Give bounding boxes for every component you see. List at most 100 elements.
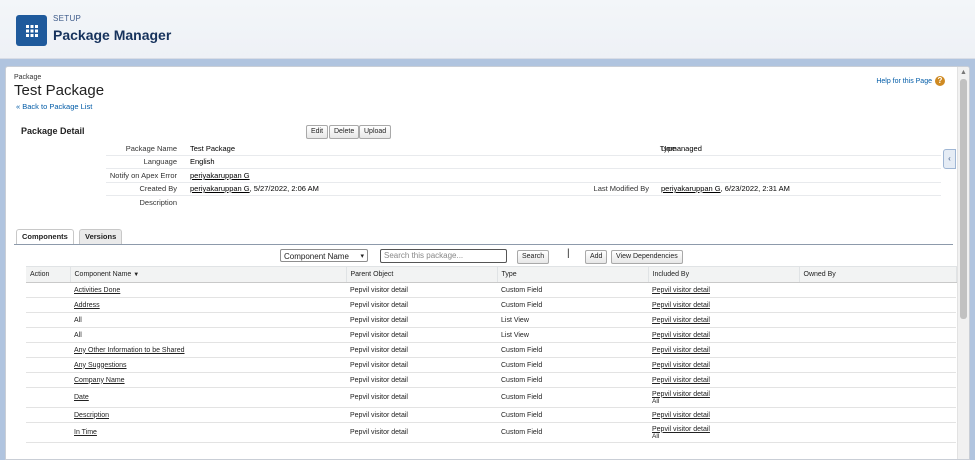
view-dependencies-button[interactable]: View Dependencies [611, 250, 683, 264]
component-filter-value: Component Name [284, 252, 349, 261]
delete-button[interactable]: Delete [329, 125, 360, 139]
package-detail-heading: Package Detail [21, 126, 85, 136]
included-by-link[interactable]: Pepvil visitor detail [652, 302, 710, 309]
row-action-cell [26, 327, 70, 343]
owned-by-cell [799, 407, 956, 423]
included-by-link[interactable]: Pepvil visitor detail [652, 391, 710, 398]
included-by-link[interactable]: Pepvil visitor detail [652, 287, 710, 294]
collapse-sidebar-handle[interactable]: ‹ [943, 149, 956, 169]
component-name-link[interactable]: Any Other Information to be Shared [74, 347, 185, 354]
created-by-label: Created By [139, 184, 177, 193]
table-row: Description Pepvil visitor detail Custom F… [26, 407, 956, 423]
parent-object-cell: Pepvil visitor detail [346, 282, 497, 298]
language-label: Language [143, 157, 177, 166]
components-table: Action Component Name ▼ Parent Object Ty… [26, 266, 957, 443]
search-package-input[interactable]: Search this package... [380, 249, 507, 263]
table-row: All Pepvil visitor detail List View Pepvil … [26, 312, 956, 328]
scrollbar-thumb[interactable] [960, 79, 967, 319]
setup-section-label: SETUP [53, 14, 82, 23]
add-button[interactable]: Add [585, 250, 608, 264]
table-row: Activities Done Pepvil visitor detail Cust… [26, 282, 956, 298]
type-cell: Custom Field [497, 422, 648, 443]
row-action-cell [26, 297, 70, 313]
type-cell: Custom Field [497, 342, 648, 358]
chevron-down-icon: ▾ [360, 253, 364, 260]
detail-divider [106, 182, 941, 183]
description-label: Description [139, 198, 177, 207]
owned-by-cell [799, 297, 956, 313]
owned-by-cell [799, 357, 956, 373]
component-name-link[interactable]: Address [74, 302, 100, 309]
page-header-title: Package Manager [53, 27, 172, 43]
owned-by-cell [799, 387, 956, 408]
type-cell: Custom Field [497, 297, 648, 313]
component-name-link[interactable]: Any Suggestions [74, 362, 127, 369]
breadcrumb: Package [14, 74, 42, 81]
detail-divider [106, 195, 941, 196]
owned-by-cell [799, 372, 956, 388]
created-by-user-link[interactable]: periyakaruppan G [190, 184, 250, 193]
column-header-type[interactable]: Type [497, 266, 649, 283]
parent-object-cell: Pepvil visitor detail [346, 312, 497, 328]
language-value: English [190, 157, 215, 166]
table-row: Company Name Pepvil visitor detail Custom … [26, 372, 956, 388]
created-by-date: , 5/27/2022, 2:06 AM [249, 184, 319, 193]
table-row: All Pepvil visitor detail List View Pepvil … [26, 327, 956, 343]
included-by-link[interactable]: Pepvil visitor detail [652, 377, 710, 384]
table-row: In Time Pepvil visitor detail Custom Field… [26, 422, 956, 443]
search-button[interactable]: Search [517, 250, 550, 264]
back-to-package-list-link[interactable]: « Back to Package List [16, 102, 92, 111]
component-name-link[interactable]: Description [74, 412, 109, 419]
tab-components[interactable]: Components [16, 229, 74, 245]
tab-versions[interactable]: Versions [79, 229, 123, 244]
edit-button[interactable]: Edit [306, 125, 329, 139]
type-cell: List View [497, 327, 648, 343]
page-title: Test Package [14, 82, 105, 99]
included-by-link[interactable]: Pepvil visitor detail [652, 362, 710, 369]
column-header-owned-by[interactable]: Owned By [799, 266, 957, 283]
component-name-link[interactable]: Company Name [74, 377, 125, 384]
included-by-link[interactable]: Pepvil visitor detail [652, 426, 710, 433]
parent-object-cell: Pepvil visitor detail [346, 327, 497, 343]
type-cell: Custom Field [497, 372, 648, 388]
component-name-link[interactable]: Date [74, 394, 89, 401]
included-by-link[interactable]: Pepvil visitor detail [652, 332, 710, 339]
row-action-cell [26, 282, 70, 298]
last-modified-user-link[interactable]: periyakaruppan G [661, 184, 721, 193]
type-cell: Custom Field [497, 407, 648, 423]
included-by-link[interactable]: Pepvil visitor detail [652, 347, 710, 354]
row-action-cell [26, 312, 70, 328]
column-header-parent-object[interactable]: Parent Object [346, 266, 498, 283]
type-cell: List View [497, 312, 648, 328]
type-value: Unmanaged [661, 144, 702, 153]
upload-button[interactable]: Upload [359, 125, 392, 139]
row-action-cell [26, 357, 70, 373]
last-modified-by-label: Last Modified By [593, 184, 649, 193]
column-header-component-name[interactable]: Component Name ▼ [70, 266, 347, 283]
parent-object-cell: Pepvil visitor detail [346, 387, 497, 408]
setup-header: SETUP Package Manager [0, 0, 975, 59]
parent-object-cell: Pepvil visitor detail [346, 342, 497, 358]
detail-divider [106, 155, 941, 156]
component-filter-select[interactable]: Component Name ▾ [280, 249, 368, 262]
notify-apex-error-user-link[interactable]: periyakaruppan G [190, 171, 250, 180]
component-name-link[interactable]: In Time [74, 429, 97, 436]
owned-by-cell [799, 422, 956, 443]
app-launcher-grid-icon[interactable] [16, 15, 47, 46]
row-action-cell [26, 372, 70, 388]
scroll-up-arrow-icon[interactable]: ▲ [960, 69, 967, 76]
package-name-label: Package Name [125, 144, 177, 153]
vertical-scrollbar[interactable]: ▲ [957, 67, 969, 459]
row-action-cell [26, 387, 70, 408]
included-by-link[interactable]: Pepvil visitor detail [652, 412, 710, 419]
help-for-this-page-link[interactable]: Help for this Page [876, 78, 932, 85]
parent-object-cell: Pepvil visitor detail [346, 372, 497, 388]
help-question-icon[interactable]: ? [935, 76, 945, 86]
sort-descending-icon: ▼ [133, 272, 140, 278]
detail-divider [106, 168, 941, 169]
column-header-included-by[interactable]: Included By [648, 266, 800, 283]
component-name-link[interactable]: Activities Done [74, 287, 120, 294]
tab-divider [14, 244, 953, 245]
type-cell: Custom Field [497, 282, 648, 298]
included-by-link[interactable]: Pepvil visitor detail [652, 317, 710, 324]
